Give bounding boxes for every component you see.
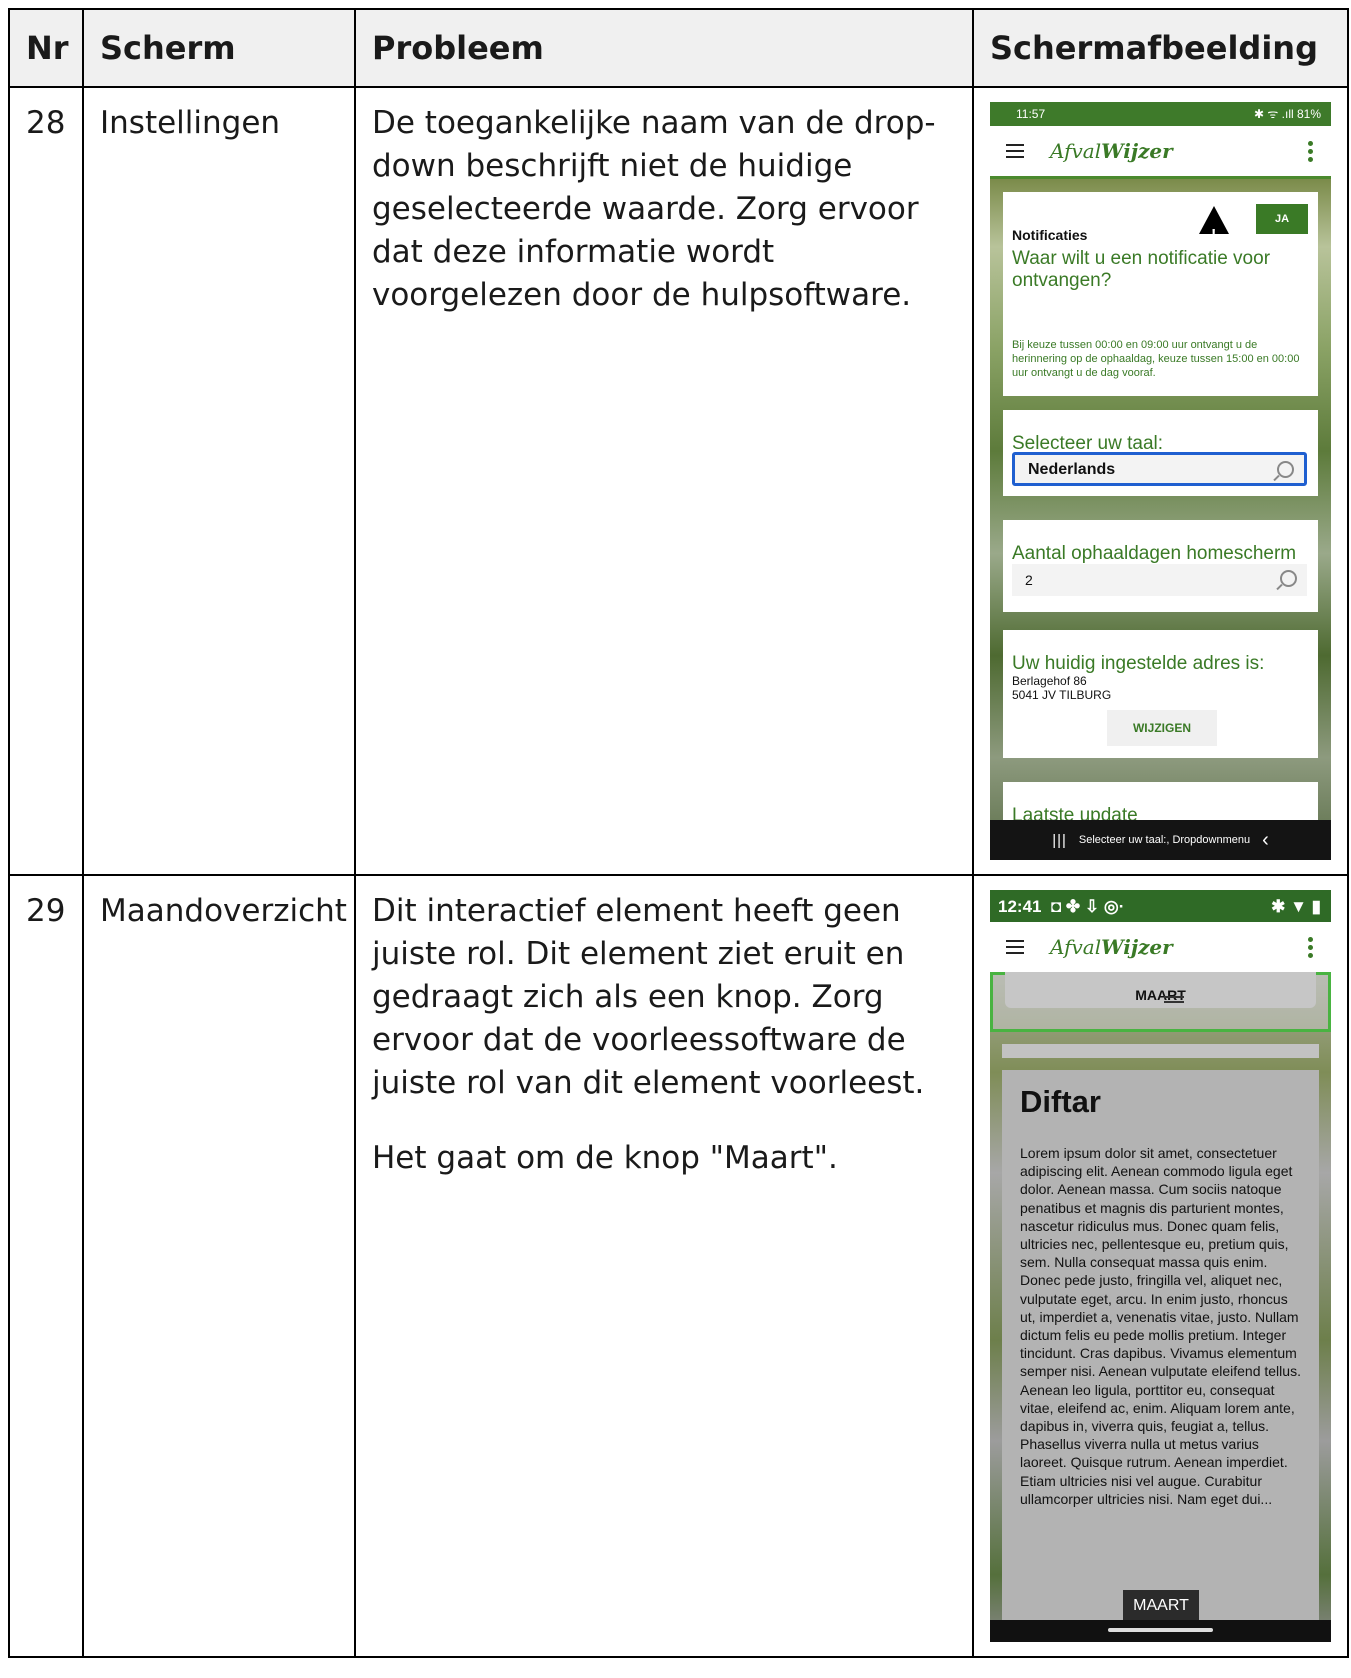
issues-table: Nr Scherm Probleem Schermafbeelding 28 I…	[8, 8, 1349, 1658]
row-nr: 28	[8, 86, 84, 876]
aantal-value: 2	[1025, 571, 1033, 588]
navigation-bar	[990, 1620, 1331, 1642]
card-strip	[1002, 1044, 1319, 1058]
app-logo: AfvalWijzer	[1050, 138, 1173, 163]
diftar-title: Diftar	[1020, 1084, 1101, 1119]
header-schermafbeelding: Schermafbeelding	[972, 8, 1349, 88]
adres-line-1: Berlagehof 86	[1012, 674, 1087, 688]
status-bar: 11:57 ✱ ᯤ .ıll 81%	[990, 102, 1331, 126]
menu-icon[interactable]	[1006, 936, 1024, 958]
app-bar: AfvalWijzer	[990, 922, 1331, 975]
taal-card: Selecteer uw taal: Nederlands	[1003, 410, 1318, 496]
home-gesture-bar[interactable]	[1108, 1628, 1213, 1632]
ja-button[interactable]: JA	[1256, 204, 1308, 234]
taal-dropdown[interactable]: Nederlands	[1012, 452, 1307, 486]
adres-value: Berlagehof 86 5041 JV TILBURG	[1012, 674, 1111, 702]
back-icon[interactable]: ‹	[1262, 819, 1269, 861]
maart-header-label: MAART	[1135, 987, 1186, 1003]
maart-button[interactable]: MAART	[1123, 1590, 1199, 1620]
wijzigen-button[interactable]: WIJZIGEN	[1107, 710, 1217, 746]
notificaties-card: Notificaties ! JA Waar wilt u een notifi…	[1003, 192, 1318, 396]
more-options-icon[interactable]	[1308, 138, 1313, 165]
row-probleem: De toegankelijke naam van de drop-down b…	[354, 86, 974, 876]
table-row: 28 Instellingen De toegankelijke naam va…	[8, 86, 1349, 876]
navigation-bar: ||| Selecteer uw taal:, Dropdownmenu ‹	[990, 820, 1331, 860]
aantal-dropdown[interactable]: 2	[1012, 564, 1307, 596]
header-row: Nr Scherm Probleem Schermafbeelding	[8, 8, 1349, 88]
more-options-icon[interactable]	[1308, 934, 1313, 961]
row-nr: 29	[8, 874, 84, 1658]
row-screenshot: 11:57 ✱ ᯤ .ıll 81% AfvalWijzer Notificat…	[972, 86, 1349, 876]
screenshot-instellingen: 11:57 ✱ ᯤ .ıll 81% AfvalWijzer Notificat…	[990, 102, 1331, 860]
search-icon	[1277, 461, 1294, 478]
menu-icon[interactable]	[1006, 140, 1024, 162]
header-scherm: Scherm	[82, 8, 356, 88]
app-logo: AfvalWijzer	[1050, 934, 1173, 959]
app-bar: AfvalWijzer	[990, 126, 1331, 179]
status-time: 12:41	[998, 896, 1042, 916]
notificatie-hint: Bij keuze tussen 00:00 en 09:00 uur ontv…	[1012, 339, 1300, 379]
status-bar: 12:41 ◘ ✤ ⇩ ◎· ✱ ▼ ▮	[990, 890, 1331, 922]
diftar-card: Diftar Lorem ipsum dolor sit amet, conse…	[1002, 1070, 1319, 1620]
table-row: 29 Maandoverzicht Dit interactief elemen…	[8, 874, 1349, 1658]
adres-line-2: 5041 JV TILBURG	[1012, 688, 1112, 702]
probleem-note: Het gaat om de knop "Maart".	[372, 1140, 838, 1176]
row-screenshot: 12:41 ◘ ✤ ⇩ ◎· ✱ ▼ ▮ AfvalWijzer MAART D…	[972, 874, 1349, 1658]
aantal-card: Aantal ophaaldagen homescherm 2	[1003, 520, 1318, 612]
row-probleem: Dit interactief element heeft geen juist…	[354, 874, 974, 1658]
header-probleem: Probleem	[354, 8, 974, 88]
warning-icon: !	[1199, 206, 1229, 244]
drag-handle-icon	[1164, 996, 1184, 998]
row-scherm: Instellingen	[82, 86, 356, 876]
adres-card: Uw huidig ingestelde adres is: Berlageho…	[1003, 630, 1318, 758]
screenshot-maandoverzicht: 12:41 ◘ ✤ ⇩ ◎· ✱ ▼ ▮ AfvalWijzer MAART D…	[990, 890, 1331, 1642]
search-icon	[1280, 570, 1297, 587]
probleem-text: Dit interactief element heeft geen juist…	[372, 893, 925, 1101]
notificatie-question: Waar wilt u een notificatie voor ontvang…	[1012, 248, 1271, 291]
diftar-body: Lorem ipsum dolor sit amet, consectetuer…	[1020, 1145, 1301, 1507]
row-scherm: Maandoverzicht	[82, 874, 356, 1658]
status-icons: ◘ ✤ ⇩ ◎·	[1050, 896, 1125, 916]
maart-header-highlight[interactable]: MAART	[990, 972, 1331, 1032]
taal-value: Nederlands	[1028, 460, 1116, 478]
header-nr: Nr	[8, 8, 84, 88]
talkback-caption: Selecteer uw taal:, Dropdownmenu	[1078, 833, 1251, 846]
maart-header[interactable]: MAART	[1005, 972, 1316, 1008]
recents-icon[interactable]: |||	[1052, 819, 1067, 861]
probleem-text: De toegankelijke naam van de drop-down b…	[372, 105, 936, 313]
